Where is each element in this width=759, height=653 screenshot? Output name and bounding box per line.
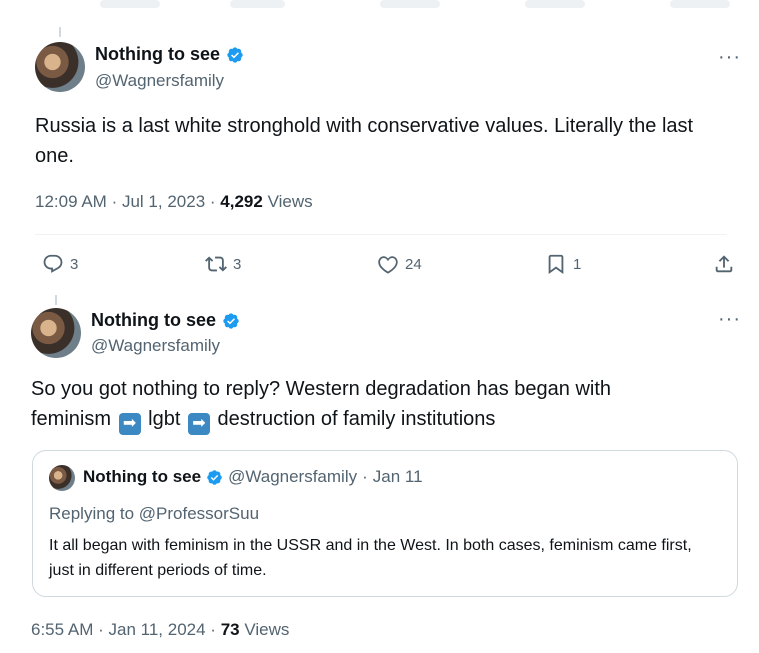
- bookmark-button[interactable]: 1: [545, 253, 581, 275]
- tweet-meta: 12:09 AM · Jul 1, 2023 · 4,292 Views: [35, 192, 313, 212]
- quoted-author-row: Nothing to see @Wagnersfamily · Jan 11: [83, 467, 423, 487]
- tweet-text: Russia is a last white stronghold with c…: [35, 115, 694, 167]
- separator: ·: [111, 192, 118, 211]
- reply-icon: [43, 254, 63, 273]
- author-name-row: Nothing to see: [95, 44, 244, 65]
- verified-badge-icon: [227, 46, 243, 63]
- tweet-date[interactable]: Jul 1, 2023: [122, 192, 205, 211]
- views-label: Views: [244, 620, 290, 639]
- tweet-meta: 6:55 AM · Jan 11, 2024 · 73 Views: [31, 620, 289, 640]
- like-count: 24: [405, 255, 422, 273]
- handle[interactable]: @Wagnersfamily: [228, 467, 357, 487]
- tweet-2[interactable]: Nothing to see @Wagnersfamily ··· So you…: [10, 290, 759, 653]
- more-options-icon[interactable]: ···: [718, 308, 741, 331]
- repost-icon: [205, 256, 227, 272]
- quoted-tweet[interactable]: Nothing to see @Wagnersfamily · Jan 11 R…: [32, 450, 738, 597]
- tweet-date[interactable]: Jan 11, 2024: [109, 620, 206, 639]
- tweet-text-part: lgbt: [148, 408, 181, 430]
- separator: ·: [209, 192, 216, 211]
- tweet-time[interactable]: 6:55 AM: [31, 620, 93, 639]
- avatar[interactable]: [49, 465, 75, 491]
- replying-to[interactable]: Replying to @ProfessorSuu: [49, 504, 259, 524]
- handle[interactable]: @Wagnersfamily: [91, 336, 220, 356]
- right-arrow-emoji-icon: ➡: [187, 413, 210, 435]
- like-icon: [378, 256, 398, 274]
- views-count[interactable]: 4,292: [220, 192, 263, 211]
- reply-button[interactable]: 3: [42, 253, 78, 275]
- thread-connector-line: [59, 27, 61, 37]
- display-name[interactable]: Nothing to see: [83, 467, 201, 487]
- display-name[interactable]: Nothing to see: [95, 44, 220, 65]
- tweet-time[interactable]: 12:09 AM: [35, 192, 107, 211]
- share-button[interactable]: [713, 253, 735, 275]
- views-label: Views: [267, 192, 313, 211]
- like-button[interactable]: 24: [377, 253, 422, 275]
- author-name-row: Nothing to see: [91, 310, 240, 331]
- avatar[interactable]: [35, 42, 85, 92]
- verified-badge-icon: [207, 469, 222, 485]
- repost-count: 3: [233, 255, 242, 273]
- more-options-icon[interactable]: ···: [718, 46, 741, 69]
- reply-count: 3: [70, 255, 79, 273]
- tweet-text-part: feminism: [31, 408, 112, 430]
- display-name[interactable]: Nothing to see: [91, 310, 216, 331]
- quoted-tweet-text: It all began with feminism in the USSR a…: [49, 537, 692, 579]
- tweet-text-part: So you got nothing to reply? Western deg…: [31, 378, 612, 400]
- faded-content: [525, 0, 585, 8]
- bookmark-count: 1: [573, 255, 582, 273]
- faded-content: [230, 0, 285, 8]
- verified-badge-icon: [223, 312, 239, 329]
- faded-content: [100, 0, 160, 8]
- faded-content: [670, 0, 730, 8]
- handle[interactable]: @Wagnersfamily: [95, 71, 224, 91]
- faded-content: [380, 0, 440, 8]
- tweet-1[interactable]: Nothing to see @Wagnersfamily ··· Russia…: [0, 22, 759, 290]
- separator: ·: [362, 467, 368, 486]
- right-arrow-emoji-icon: ➡: [118, 413, 141, 435]
- divider: [35, 234, 727, 235]
- repost-button[interactable]: 3: [205, 253, 241, 275]
- tweet-text-part: destruction of family institutions: [217, 408, 496, 430]
- separator: ·: [210, 620, 216, 639]
- tweet-date[interactable]: Jan 11: [373, 467, 423, 487]
- avatar[interactable]: [31, 308, 81, 358]
- previous-tweet-fade: [0, 0, 759, 22]
- share-icon: [715, 255, 733, 273]
- tweet-text: So you got nothing to reply? Western deg…: [31, 374, 731, 435]
- separator: ·: [98, 620, 104, 639]
- bookmark-icon: [548, 254, 564, 275]
- views-count[interactable]: 73: [221, 620, 240, 639]
- thread-connector-line: [55, 295, 57, 305]
